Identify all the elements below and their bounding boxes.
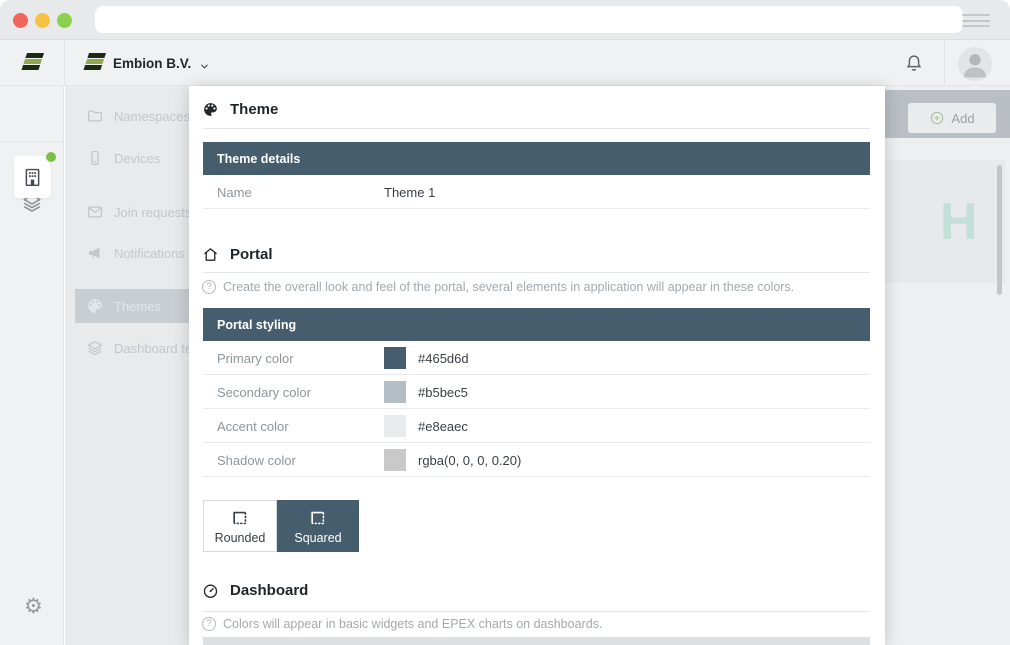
icon-rail: ⚙ — [0, 86, 64, 645]
envelope-icon — [86, 203, 104, 221]
background-toolbar: Add — [885, 90, 1010, 138]
device-icon — [86, 149, 104, 167]
org-switcher[interactable]: Embion B.V. — [113, 56, 191, 71]
minimize-window-button[interactable] — [35, 13, 50, 28]
corner-style-icon — [308, 508, 328, 528]
secondary-color-row[interactable]: Secondary color #b5bec5 — [203, 375, 870, 409]
palette-icon — [86, 297, 104, 315]
palette-icon — [202, 101, 219, 118]
online-status-dot — [46, 152, 56, 162]
help-question-icon: ? — [202, 617, 216, 631]
browser-chrome — [0, 0, 1010, 40]
color-swatch[interactable] — [384, 347, 406, 369]
settings-gear-icon[interactable]: ⚙ — [24, 594, 43, 619]
chevron-down-icon — [199, 59, 210, 77]
theme-section-header: Theme — [202, 100, 278, 118]
address-bar[interactable] — [95, 6, 963, 33]
primary-color-row[interactable]: Primary color #465d6d — [203, 341, 870, 375]
sidebar-item-join-requests[interactable]: Join requests — [65, 195, 189, 229]
megaphone-icon — [86, 244, 104, 262]
zoom-window-button[interactable] — [57, 13, 72, 28]
portal-help: ? Create the overall look and feel of th… — [202, 280, 794, 294]
help-question-icon: ? — [202, 280, 216, 294]
sidebar-item-notifications[interactable]: Notifications — [65, 236, 189, 270]
dashboard-section-title: Dashboard — [230, 582, 308, 599]
corner-style-squared-button[interactable]: Squared — [277, 500, 359, 552]
theme-details-table-header: Theme details — [203, 142, 870, 175]
close-window-button[interactable] — [13, 13, 28, 28]
color-swatch[interactable] — [384, 381, 406, 403]
sidebar-item-themes[interactable]: Themes — [75, 289, 189, 323]
header-divider — [64, 40, 65, 86]
sidebar-item-dashboard-templates[interactable]: Dashboard te — [65, 331, 189, 365]
building-icon — [22, 166, 43, 188]
add-theme-button[interactable]: Add — [908, 103, 996, 133]
color-swatch[interactable] — [384, 449, 406, 471]
notifications-bell-icon[interactable] — [903, 52, 925, 79]
theme-name-row[interactable]: Name Theme 1 — [203, 175, 870, 209]
organization-tab[interactable] — [14, 156, 51, 198]
theme-card[interactable]: H — [885, 160, 1005, 283]
section-divider — [203, 272, 870, 273]
section-divider — [203, 611, 870, 612]
gauge-icon — [202, 582, 219, 599]
page-scrollbar[interactable] — [997, 165, 1002, 295]
rail-divider — [0, 141, 64, 142]
corner-style-icon — [230, 508, 250, 528]
browser-menu-icon[interactable] — [962, 14, 990, 27]
home-icon — [202, 246, 219, 263]
next-table-edge — [203, 637, 870, 645]
accent-color-row[interactable]: Accent color #e8eaec — [203, 409, 870, 443]
sidebar-menu: Namespaces Devices Join requests Notific… — [65, 86, 189, 645]
theme-editor-panel: Theme Theme details Name Theme 1 Portal … — [189, 86, 885, 645]
sidebar-item-devices[interactable]: Devices — [65, 141, 189, 175]
folder-icon — [86, 107, 104, 125]
dashboard-section-header: Dashboard — [202, 581, 308, 599]
corner-style-rounded-button[interactable]: Rounded — [203, 500, 277, 552]
theme-section-title: Theme — [230, 101, 278, 118]
shadow-color-row[interactable]: Shadow color rgba(0, 0, 0, 0.20) — [203, 443, 870, 477]
sidebar-item-namespaces[interactable]: Namespaces — [65, 99, 189, 133]
portal-styling-table-header: Portal styling — [203, 308, 870, 341]
section-divider — [203, 128, 870, 129]
portal-section-header: Portal — [202, 245, 273, 263]
user-avatar[interactable] — [958, 47, 992, 81]
dashboard-help: ? Colors will appear in basic widgets an… — [202, 617, 602, 631]
portal-section-title: Portal — [230, 246, 273, 263]
header-divider — [944, 40, 945, 86]
layers-icon — [86, 339, 104, 357]
browser-window: Embion B.V. — [0, 0, 1010, 645]
brand-letter: H — [940, 192, 978, 252]
plus-circle-icon — [929, 110, 945, 126]
color-swatch[interactable] — [384, 415, 406, 437]
background-page: Add H — [885, 86, 1010, 645]
